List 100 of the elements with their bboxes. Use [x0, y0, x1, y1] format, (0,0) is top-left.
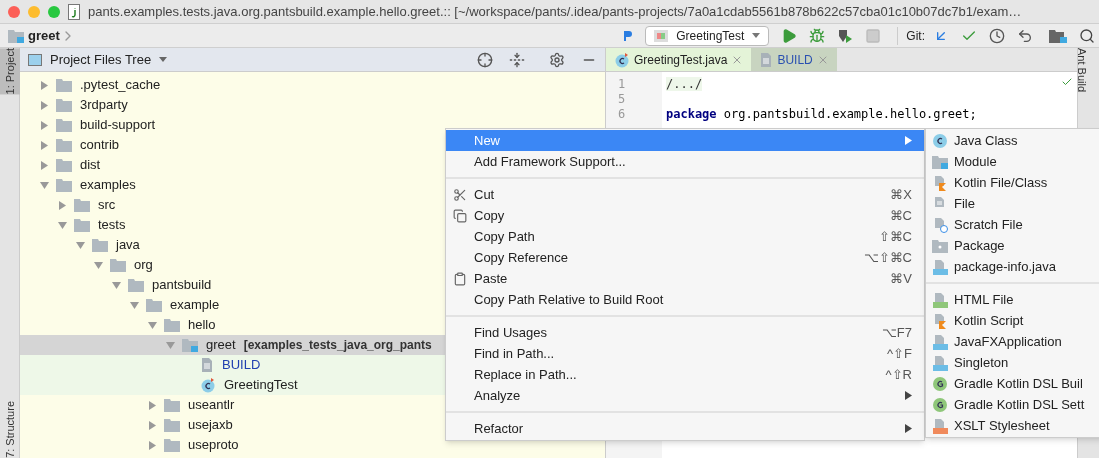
window-title: pants.examples.tests.java.org.pantsbuild.example.hello.greet.:: [~/workspace/pants/.idea/pants-projects/7a0a1cdab5561b878b622c57cba01c10b07dc7b1/exam… — [88, 2, 1022, 21]
html-file-icon — [932, 291, 948, 308]
stop-icon[interactable] — [865, 27, 882, 44]
tool-window-tab[interactable]: 7: Structure — [0, 401, 20, 458]
scratch-file-icon — [932, 216, 948, 233]
menu-item[interactable]: Package — [926, 235, 1099, 256]
expand-arrow-icon[interactable] — [40, 100, 49, 110]
copy-icon — [453, 208, 467, 223]
tree-label: greet — [206, 336, 236, 355]
menu-item[interactable]: Cut ⌘X — [446, 184, 924, 205]
pants-icon[interactable] — [623, 29, 634, 42]
editor-tab[interactable]: BUILD — [751, 48, 837, 71]
tree-label: useantlr — [188, 396, 235, 415]
menu-item[interactable]: File — [926, 193, 1099, 214]
folder-icon — [56, 78, 72, 92]
tree-label: src — [98, 196, 116, 215]
menu-item[interactable]: Gradle Kotlin DSL Sett — [926, 394, 1099, 415]
collapse-arrow-icon[interactable] — [94, 260, 103, 270]
tree-label: 3rdparty — [80, 96, 128, 115]
menu-item[interactable]: Kotlin File/Class — [926, 172, 1099, 193]
revert-icon[interactable] — [1017, 27, 1033, 44]
collapse-arrow-icon[interactable] — [40, 180, 49, 190]
menu-item[interactable]: Copy Reference ⌥⇧⌘C — [446, 247, 924, 268]
tree-label: usejaxb — [188, 416, 233, 435]
collapse-arrow-icon[interactable] — [76, 240, 85, 250]
menu-item[interactable]: JavaFXApplication — [926, 331, 1099, 352]
menu-item[interactable]: XSLT Stylesheet — [926, 415, 1099, 436]
folder-icon — [164, 438, 180, 452]
git-label: Git: — [897, 26, 925, 45]
menu-item[interactable]: Gradle Kotlin DSL Buil — [926, 373, 1099, 394]
coverage-icon[interactable] — [837, 27, 854, 44]
menu-item[interactable]: HTML File — [926, 289, 1099, 310]
folder-icon — [74, 198, 90, 212]
code-line: package org.pantsbuild.example.hello.greet; — [666, 107, 977, 121]
menu-item[interactable]: Module — [926, 151, 1099, 172]
folder-icon — [56, 98, 72, 112]
menu-item[interactable]: Kotlin Script — [926, 310, 1099, 331]
java-file-icon — [932, 354, 948, 371]
breadcrumb-item[interactable]: greet — [28, 25, 60, 46]
tree-label: GreetingTest — [224, 376, 298, 395]
collapse-arrow-icon[interactable] — [130, 300, 139, 310]
line-number: 5 — [617, 91, 627, 105]
run-configuration-dropdown[interactable]: GreetingTest — [645, 25, 770, 46]
collapse-arrow-icon[interactable] — [166, 340, 175, 350]
project-structure-icon[interactable] — [1049, 28, 1067, 43]
package-icon — [932, 237, 948, 254]
tree-row[interactable]: 3rdparty — [20, 95, 605, 115]
expand-arrow-icon[interactable] — [148, 440, 157, 450]
debug-icon[interactable] — [809, 27, 826, 44]
menu-item[interactable]: Scratch File — [926, 214, 1099, 235]
menu-item[interactable]: Copy Path ⇧⌘C — [446, 226, 924, 247]
expand-arrow-icon[interactable] — [40, 140, 49, 150]
tree-row[interactable]: .pytest_cache — [20, 75, 605, 95]
tool-window-tab[interactable]: Ant Build — [1078, 48, 1098, 93]
close-window-button[interactable] — [8, 5, 20, 18]
shortcut-label: ⌘X — [890, 185, 912, 204]
menu-item[interactable]: Singleton — [926, 352, 1099, 373]
caret-icon — [752, 33, 761, 38]
run-icon[interactable] — [781, 27, 798, 44]
expand-arrow-icon[interactable] — [58, 200, 67, 210]
line-number: 1 — [617, 76, 627, 90]
tool-window-tab[interactable]: 1: Project — [0, 48, 20, 95]
editor-tab[interactable]: GreetingTest.java — [606, 48, 752, 71]
collapse-arrow-icon[interactable] — [112, 280, 121, 290]
search-icon[interactable] — [1079, 27, 1095, 44]
locate-icon[interactable] — [477, 51, 493, 68]
settings-icon[interactable] — [549, 51, 565, 68]
menu-item[interactable]: package-info.java — [926, 256, 1099, 277]
shortcut-label: ⇧⌘C — [878, 227, 912, 246]
menu-item[interactable]: New — [446, 130, 924, 151]
menu-item[interactable]: Copy ⌘C — [446, 205, 924, 226]
collapse-arrow-icon[interactable] — [58, 220, 67, 230]
class-icon — [200, 377, 216, 393]
gradle-icon — [932, 396, 948, 413]
menu-item[interactable]: Paste ⌘V — [446, 268, 924, 289]
expand-arrow-icon[interactable] — [40, 80, 49, 90]
tree-label: examples — [80, 176, 136, 195]
menu-item[interactable]: Add Framework Support... — [446, 151, 924, 172]
java-file-icon — [932, 258, 948, 275]
tree-label: useproto — [188, 436, 239, 455]
history-icon[interactable] — [989, 27, 1005, 44]
line-number: 6 — [617, 106, 627, 120]
menu-item[interactable]: Java Class — [926, 130, 1099, 151]
menu-item[interactable]: Copy Path Relative to Build Root — [446, 289, 924, 310]
collapse-arrow-icon[interactable] — [148, 320, 157, 330]
collapse-all-icon[interactable] — [509, 51, 525, 68]
folded-code[interactable]: /.../ — [666, 77, 703, 91]
expand-arrow-icon[interactable] — [40, 160, 49, 170]
scissors-icon — [453, 187, 467, 202]
check-icon — [1061, 76, 1073, 88]
gradle-icon — [932, 375, 948, 392]
tree-label-note: [examples_tests_java_org_pants — [243, 337, 432, 354]
expand-arrow-icon[interactable] — [40, 120, 49, 130]
view-dropdown[interactable]: Project Files Tree — [50, 49, 168, 70]
expand-arrow-icon[interactable] — [148, 400, 157, 410]
shortcut-label: ⌘V — [890, 269, 912, 288]
shortcut-label: ⌘C — [889, 206, 912, 225]
clipboard-icon — [453, 271, 467, 286]
zoom-window-button[interactable] — [48, 5, 60, 18]
expand-arrow-icon[interactable] — [148, 420, 157, 430]
